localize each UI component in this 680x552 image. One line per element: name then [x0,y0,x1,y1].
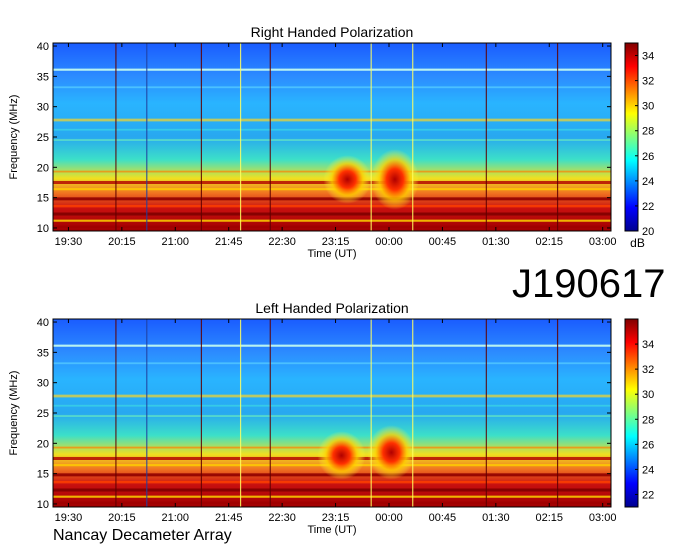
panel-title: Left Handed Polarization [255,300,408,316]
colorbar-tick-label: 24 [642,464,654,476]
y-tick-label: 10 [37,499,49,511]
x-tick-label: 02:15 [535,512,563,524]
x-tick-label: 21:00 [162,236,190,248]
x-tick-label: 20:15 [108,236,136,248]
colorbar-tick-label: 32 [642,76,654,88]
frequency-band [53,480,611,484]
x-tick-label: 01:30 [482,236,510,248]
radio-burst-1 [317,431,366,480]
frequency-band [53,128,611,131]
y-tick-label: 35 [37,71,49,83]
instrument-name: Nancay Decameter Array [53,527,232,544]
colorbar-label: dB [630,236,645,250]
x-tick-label: 19:30 [55,236,83,248]
x-tick-label: 01:30 [482,512,510,524]
x-tick-label: 21:45 [215,512,243,524]
frequency-band [53,488,611,492]
frequency-band [53,139,611,141]
x-tick-label: 03:00 [589,236,617,248]
x-tick-label: 21:45 [215,236,243,248]
colorbar-tick-label: 28 [642,126,654,138]
y-tick-label: 30 [37,102,49,114]
y-axis-label: Frequency (MHz) [8,371,20,456]
frequency-band [53,344,611,347]
y-tick-label: 25 [37,408,49,420]
x-tick-label: 21:00 [162,512,190,524]
x-tick-label: 19:30 [55,512,83,524]
y-tick-label: 10 [37,223,49,235]
colorbar: 22 24 26 28 30 32 34 [624,318,654,508]
x-tick-label: 23:15 [322,512,350,524]
y-tick-label: 20 [37,162,49,174]
x-axis-label: Time (UT) [307,524,356,536]
spectrogram-image [53,319,611,507]
frequency-band [53,118,611,122]
frequency-band [53,495,611,498]
frequency-band [53,362,611,365]
frequency-band [53,86,611,89]
spectrogram-background [53,319,611,507]
colorbar-tick-label: 26 [642,151,654,163]
y-axis-label: Frequency (MHz) [8,95,20,180]
x-tick-label: 22:30 [268,236,296,248]
colorbar-tick-label: 22 [642,489,654,501]
colorbar-scale [624,318,639,508]
x-tick-label: 22:30 [268,512,296,524]
y-tick-label: 35 [37,347,49,359]
colorbar-tick-label: 30 [642,101,654,113]
y-tick-label: 20 [37,438,49,450]
frequency-band [53,501,611,504]
colorbar-scale [624,42,639,232]
frequency-band [53,68,611,71]
spectrogram-panel-1: Right Handed Polarization 10 15 20 25 30 35 40 F… [8,24,654,260]
x-tick-label: 00:00 [375,236,403,248]
colorbar-tick-label: 30 [642,389,654,401]
colorbar-tick-label: 32 [642,364,654,376]
x-tick-label: 03:00 [589,512,617,524]
x-axis-label: Time (UT) [307,248,356,260]
colorbar-tick-label: 22 [642,201,654,213]
spectrogram-background [53,43,611,231]
y-tick-label: 40 [37,317,49,329]
spectrogram-image [53,43,611,231]
y-tick-label: 25 [37,132,49,144]
frequency-band [53,404,611,407]
x-tick-label: 23:15 [322,236,350,248]
colorbar-tick-label: 28 [642,414,654,426]
panel-title: Right Handed Polarization [251,24,414,40]
frequency-band [53,212,611,216]
frequency-band [53,415,611,417]
colorbar-tick-label: 24 [642,176,654,188]
spectrogram-panel-2: Left Handed Polarization 10 15 20 25 30 35 40 Fr… [8,300,654,536]
x-tick-label: 00:45 [429,512,457,524]
x-tick-label: 20:15 [108,512,136,524]
colorbar-tick-label: 34 [642,339,654,351]
x-tick-label: 00:45 [429,236,457,248]
y-tick-label: 30 [37,378,49,390]
x-tick-label: 02:15 [535,236,563,248]
frequency-band [53,394,611,398]
radio-burst-2 [367,425,416,480]
colorbar-tick-label: 26 [642,439,654,451]
y-tick-label: 15 [37,193,49,205]
radio-burst-1 [323,155,372,204]
colorbar-tick-label: 34 [642,51,654,63]
radio-burst-2 [370,149,419,210]
y-tick-label: 40 [37,41,49,53]
x-tick-label: 00:00 [375,512,403,524]
frequency-band [53,225,611,228]
y-tick-label: 15 [37,469,49,481]
colorbar: 2022242628303234dB [624,42,654,250]
frequency-band [53,204,611,208]
observation-id: J190617 [512,262,666,306]
frequency-band [53,219,611,222]
